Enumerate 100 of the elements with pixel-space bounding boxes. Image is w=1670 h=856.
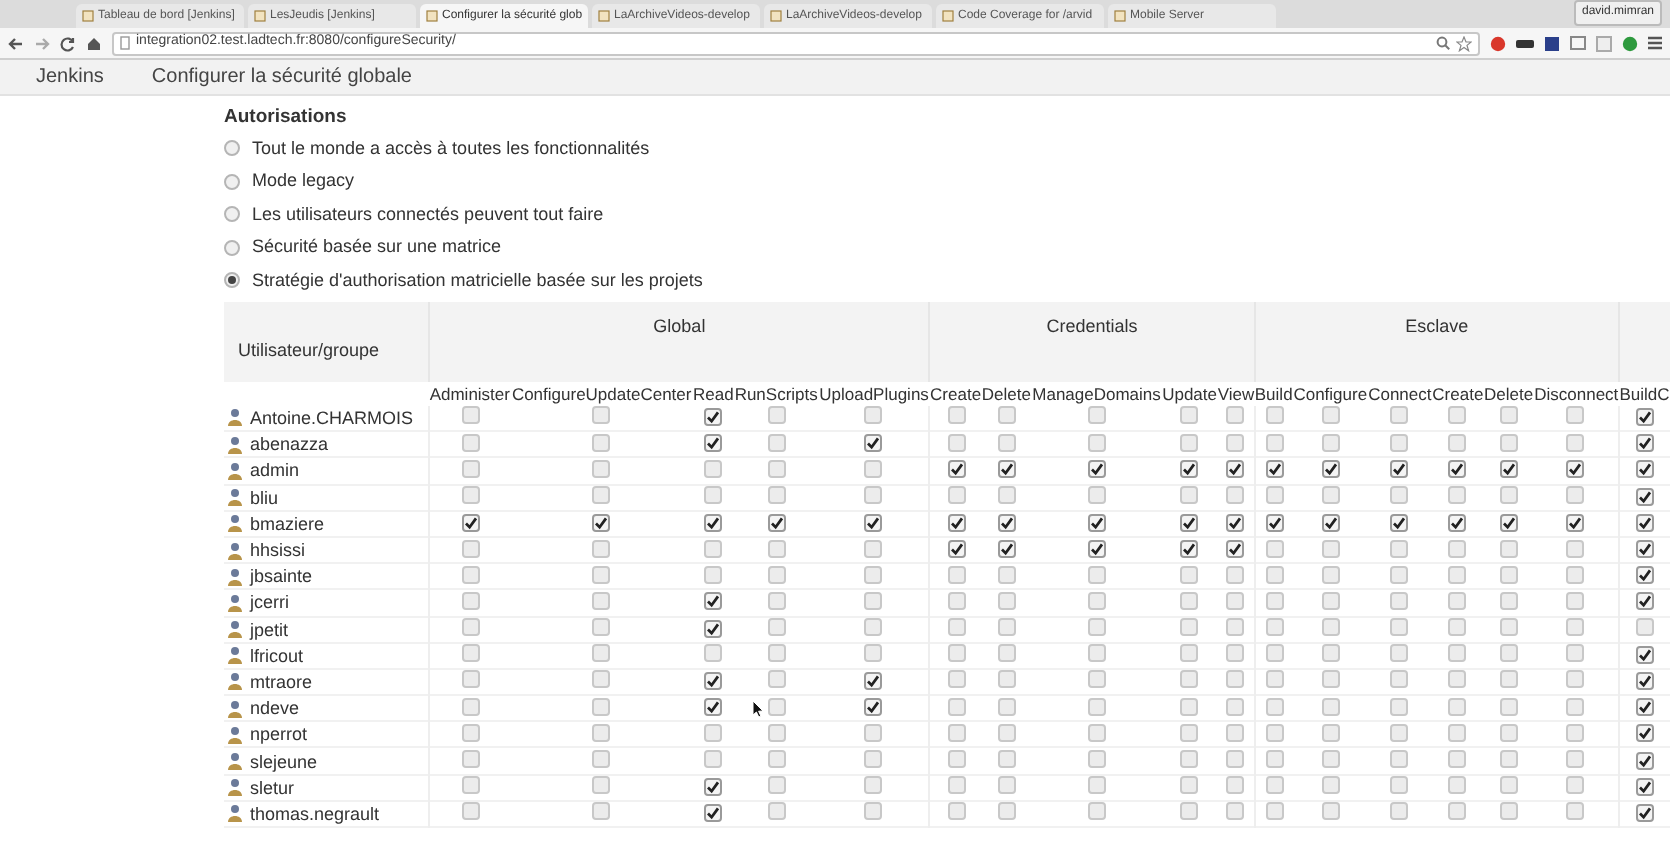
checkbox[interactable] (864, 698, 883, 717)
user-name: ndeve (250, 696, 300, 721)
checkbox[interactable] (1180, 513, 1199, 532)
group-heading: Global (429, 301, 930, 381)
permission-heading: Configure (1293, 383, 1368, 403)
checkbox[interactable] (704, 803, 723, 822)
radio-option[interactable]: Mode legacy (224, 165, 1670, 198)
breadcrumb-link[interactable]: Configurer la sécurité globale (151, 62, 412, 92)
checkbox[interactable] (1226, 540, 1245, 559)
checkbox[interactable] (1566, 513, 1585, 532)
zoom-icon[interactable] (1436, 36, 1450, 50)
checkbox[interactable] (1636, 751, 1654, 770)
checkbox[interactable] (864, 513, 883, 532)
checkbox[interactable] (1226, 460, 1245, 479)
user-icon (228, 752, 242, 771)
checkbox[interactable] (704, 671, 723, 690)
column-heading: Utilisateur/groupe (224, 301, 430, 381)
radio-button[interactable] (224, 272, 240, 289)
page-icon (1114, 10, 1126, 22)
star-icon[interactable] (1456, 35, 1472, 51)
checkbox[interactable] (1448, 460, 1467, 479)
checkbox[interactable] (1636, 434, 1654, 453)
section-title: Autorisations (224, 106, 349, 130)
checkbox[interactable] (1448, 513, 1467, 532)
radio-button[interactable] (224, 239, 240, 256)
checkbox[interactable] (947, 513, 966, 532)
checkbox[interactable] (1390, 460, 1409, 479)
checkbox[interactable] (1265, 513, 1284, 532)
checkbox[interactable] (1636, 407, 1654, 426)
checkbox[interactable] (1180, 540, 1199, 559)
checkbox[interactable] (704, 777, 723, 796)
checkbox[interactable] (1226, 513, 1245, 532)
checkbox[interactable] (704, 407, 723, 426)
group-heading: Esclave (1254, 301, 1619, 381)
checkbox[interactable] (1321, 460, 1340, 479)
checkbox[interactable] (1636, 460, 1654, 479)
checkbox[interactable] (1636, 645, 1654, 664)
page-icon (254, 10, 266, 22)
checkbox[interactable] (1636, 566, 1654, 585)
permission-heading: ManageDomains (1032, 383, 1161, 403)
user-icon (228, 461, 242, 480)
checkbox[interactable] (1636, 487, 1654, 506)
checkbox[interactable] (947, 460, 966, 479)
checkbox[interactable] (1566, 460, 1585, 479)
reload-icon[interactable] (60, 35, 76, 51)
forward-icon[interactable] (34, 35, 50, 51)
checkbox[interactable] (1087, 540, 1106, 559)
permission-heading: UploadPlugins (819, 383, 929, 403)
checkbox[interactable] (461, 513, 480, 532)
checkbox[interactable] (1180, 460, 1199, 479)
checkbox[interactable] (997, 513, 1016, 532)
checkbox[interactable] (704, 434, 723, 453)
checkbox[interactable] (864, 434, 883, 453)
checkbox[interactable] (767, 513, 786, 532)
checkbox[interactable] (1636, 777, 1654, 796)
checkbox[interactable] (592, 513, 611, 532)
checkbox[interactable] (1636, 671, 1654, 690)
breadcrumb-link[interactable]: Jenkins (36, 62, 104, 92)
checkbox[interactable] (864, 671, 883, 690)
user-name: sletur (250, 775, 295, 800)
user-name: mtraore (250, 669, 313, 694)
checkbox[interactable] (704, 619, 723, 638)
checkbox[interactable] (704, 592, 723, 611)
user-name: Antoine.CHARMOIS (250, 405, 414, 430)
page-icon (770, 10, 782, 22)
checkbox[interactable] (997, 460, 1016, 479)
checkbox[interactable] (1636, 698, 1654, 717)
checkbox[interactable] (1636, 724, 1654, 743)
radio-button[interactable] (224, 206, 240, 223)
checkbox[interactable] (1636, 540, 1654, 559)
checkbox[interactable] (1321, 513, 1340, 532)
user-icon (228, 725, 242, 744)
permission-heading: Create (930, 383, 982, 403)
radio-option[interactable]: Les utilisateurs connectés peuvent tout faire (224, 198, 1670, 231)
checkbox[interactable] (704, 513, 723, 532)
home-icon[interactable] (86, 35, 102, 51)
radio-option[interactable]: Sécurité basée sur une matrice (224, 231, 1670, 264)
checkbox[interactable] (704, 698, 723, 717)
radio-option[interactable]: Stratégie d'authorisation matricielle basée sur les projets (224, 264, 1670, 297)
back-icon[interactable] (8, 35, 24, 51)
checkbox[interactable] (997, 540, 1016, 559)
radio-button[interactable] (224, 140, 240, 157)
permission-heading: RunScripts (734, 383, 818, 403)
checkbox[interactable] (1087, 513, 1106, 532)
radio-button[interactable] (224, 173, 240, 190)
checkbox[interactable] (1265, 460, 1284, 479)
checkbox[interactable] (1636, 513, 1654, 532)
checkbox[interactable] (1499, 513, 1518, 532)
checkbox[interactable] (1636, 592, 1654, 611)
checkbox[interactable] (1636, 803, 1654, 822)
menu-icon[interactable] (1648, 36, 1662, 50)
user-icon (228, 646, 242, 665)
checkbox[interactable] (947, 540, 966, 559)
user-icon (228, 593, 242, 612)
permission-heading: Connect (1368, 383, 1432, 403)
group-heading: Credentials (929, 301, 1255, 381)
checkbox[interactable] (1499, 460, 1518, 479)
checkbox[interactable] (1087, 460, 1106, 479)
checkbox[interactable] (1390, 513, 1409, 532)
radio-option[interactable]: Tout le monde a accès à toutes les fonctionnalités (224, 132, 1670, 165)
